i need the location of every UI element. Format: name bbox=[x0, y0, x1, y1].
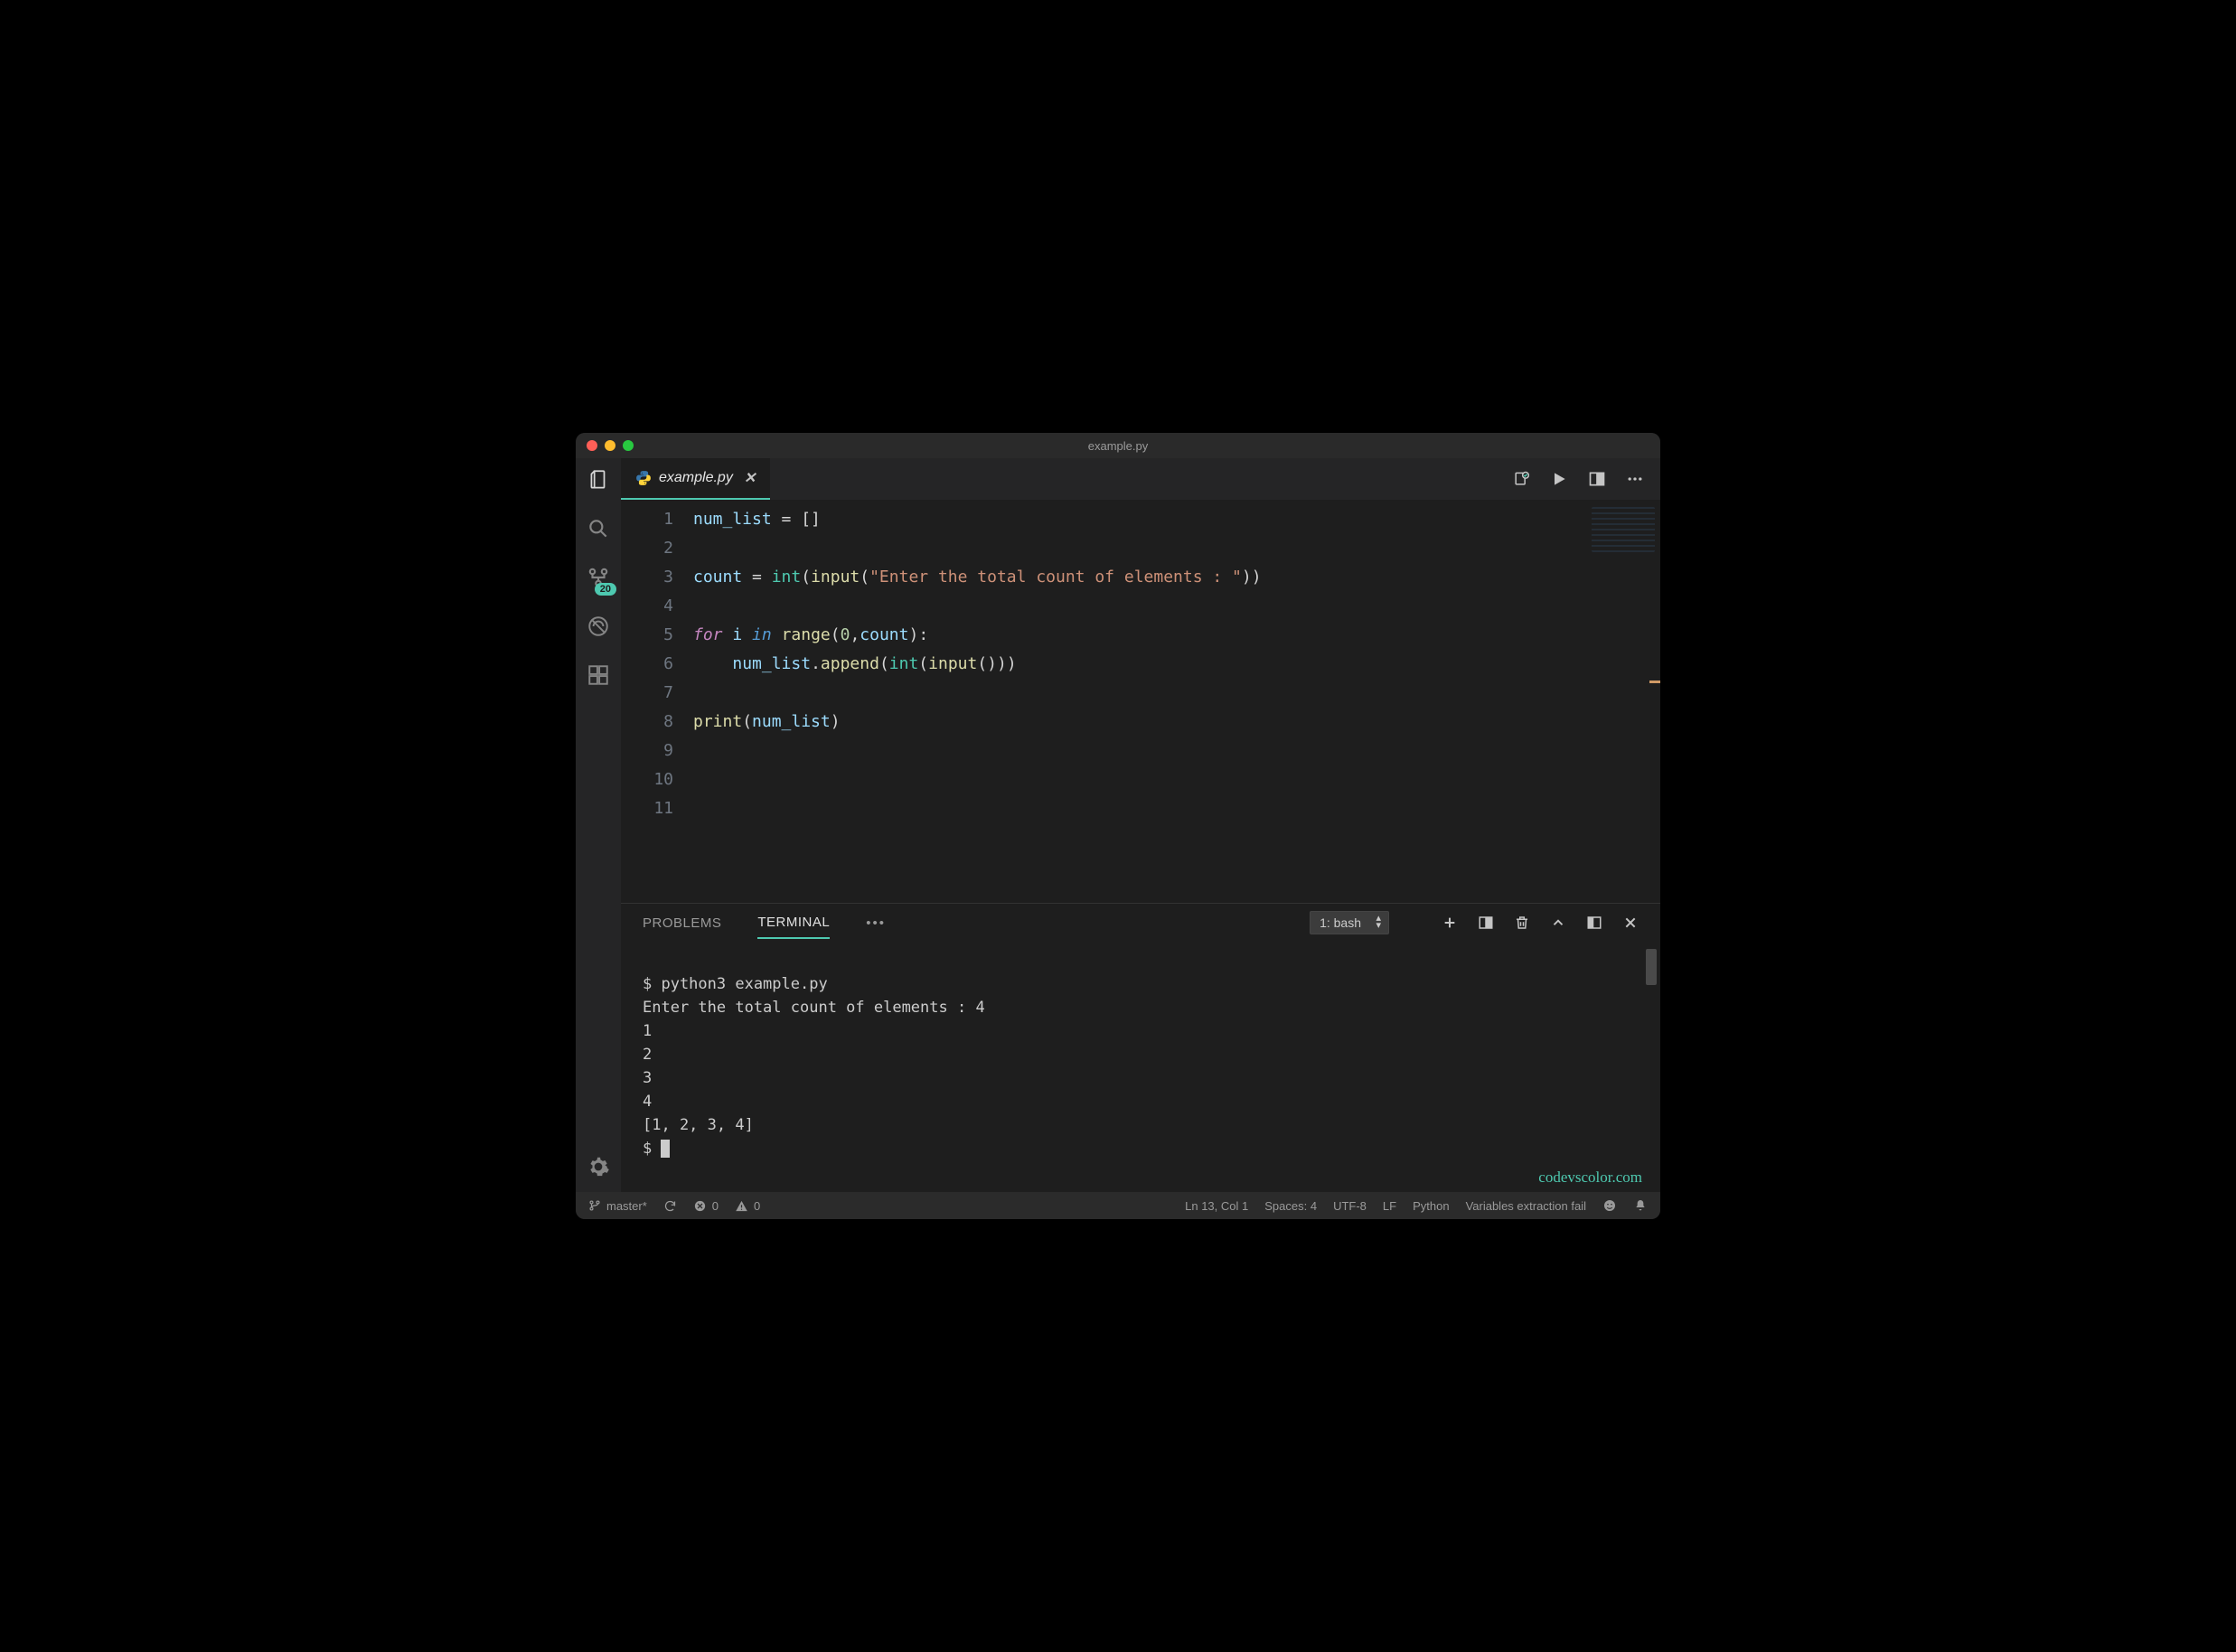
line-number: 4 bbox=[621, 592, 673, 621]
new-terminal-icon[interactable] bbox=[1442, 915, 1458, 931]
status-indentation[interactable]: Spaces: 4 bbox=[1264, 1199, 1317, 1213]
activity-bar: 20 bbox=[576, 458, 621, 1192]
status-errors[interactable]: 0 bbox=[693, 1199, 719, 1213]
maximize-panel-icon[interactable] bbox=[1586, 915, 1602, 931]
tab-terminal[interactable]: TERMINAL bbox=[757, 907, 830, 939]
editor-area: 1 2 3 4 5 6 7 8 9 10 11 num_list = [] co… bbox=[621, 500, 1660, 903]
terminal-line: [1, 2, 3, 4] bbox=[643, 1116, 754, 1134]
panel-up-icon[interactable] bbox=[1550, 915, 1566, 931]
line-number: 6 bbox=[621, 650, 673, 679]
status-cursor-position[interactable]: Ln 13, Col 1 bbox=[1185, 1199, 1248, 1213]
status-warnings[interactable]: 0 bbox=[735, 1199, 760, 1213]
window-title: example.py bbox=[576, 439, 1660, 453]
watermark-text: codevscolor.com bbox=[1538, 1169, 1642, 1187]
bottom-panel: PROBLEMS TERMINAL ••• 1: bash ▴▾ bbox=[621, 903, 1660, 1192]
tab-more-icon[interactable]: ••• bbox=[866, 908, 886, 938]
titlebar: example.py bbox=[576, 433, 1660, 458]
split-terminal-icon[interactable] bbox=[1478, 915, 1494, 931]
code-content[interactable]: num_list = [] count = int(input("Enter t… bbox=[693, 505, 1660, 903]
line-number: 7 bbox=[621, 679, 673, 708]
terminal-line: $ python3 example.py bbox=[643, 975, 828, 993]
editor-group: example.py ✕ bbox=[621, 458, 1660, 1192]
dropdown-arrows-icon: ▴▾ bbox=[1376, 915, 1381, 929]
status-bar: master* 0 0 Ln 13, Col 1 Spaces: 4 UTF-8… bbox=[576, 1192, 1660, 1219]
status-feedback-icon[interactable] bbox=[1602, 1198, 1617, 1213]
status-eol[interactable]: LF bbox=[1383, 1199, 1396, 1213]
terminal-line: Enter the total count of elements : 4 bbox=[643, 999, 985, 1017]
warning-icon bbox=[735, 1199, 748, 1213]
line-number-gutter: 1 2 3 4 5 6 7 8 9 10 11 bbox=[621, 505, 693, 903]
panel-tab-bar: PROBLEMS TERMINAL ••• 1: bash ▴▾ bbox=[621, 904, 1660, 942]
tab-problems[interactable]: PROBLEMS bbox=[643, 908, 721, 938]
terminal-line: 3 bbox=[643, 1069, 652, 1087]
terminal-prompt: $ bbox=[643, 1140, 661, 1158]
terminal-selector[interactable]: 1: bash ▴▾ bbox=[1310, 911, 1389, 934]
close-panel-icon[interactable] bbox=[1622, 915, 1639, 931]
line-number: 8 bbox=[621, 708, 673, 737]
window-controls bbox=[587, 440, 634, 451]
status-branch[interactable]: master* bbox=[588, 1199, 647, 1213]
terminal-output[interactable]: $ python3 example.py Enter the total cou… bbox=[621, 942, 1660, 1192]
overview-mark bbox=[1649, 681, 1660, 683]
source-control-icon[interactable]: 20 bbox=[586, 565, 611, 590]
line-number: 5 bbox=[621, 621, 673, 650]
split-editor-icon[interactable] bbox=[1588, 470, 1606, 488]
line-number: 10 bbox=[621, 765, 673, 794]
minimize-window-button[interactable] bbox=[605, 440, 615, 451]
error-icon bbox=[693, 1199, 707, 1213]
window-body: 20 example.py ✕ bbox=[576, 458, 1660, 1192]
tab-filename: example.py bbox=[659, 470, 733, 486]
close-window-button[interactable] bbox=[587, 440, 597, 451]
status-sync-icon[interactable] bbox=[663, 1199, 677, 1213]
scm-badge: 20 bbox=[595, 583, 616, 596]
extensions-icon[interactable] bbox=[586, 662, 611, 688]
terminal-scrollbar[interactable] bbox=[1646, 949, 1657, 985]
panel-actions bbox=[1442, 915, 1639, 931]
status-bell-icon[interactable] bbox=[1633, 1198, 1648, 1213]
tab-example-py[interactable]: example.py ✕ bbox=[621, 458, 770, 500]
status-extra[interactable]: Variables extraction fail bbox=[1466, 1199, 1586, 1213]
minimap[interactable] bbox=[1592, 507, 1655, 552]
terminal-line: 4 bbox=[643, 1093, 652, 1111]
more-actions-icon[interactable] bbox=[1626, 470, 1644, 488]
code-editor[interactable]: 1 2 3 4 5 6 7 8 9 10 11 num_list = [] co… bbox=[621, 500, 1660, 903]
git-branch-icon bbox=[588, 1199, 601, 1212]
search-icon[interactable] bbox=[586, 516, 611, 541]
status-language[interactable]: Python bbox=[1413, 1199, 1449, 1213]
close-tab-icon[interactable]: ✕ bbox=[744, 469, 756, 487]
line-number: 9 bbox=[621, 737, 673, 765]
editor-actions bbox=[1512, 458, 1660, 500]
status-encoding[interactable]: UTF-8 bbox=[1333, 1199, 1367, 1213]
vscode-window: example.py 20 bbox=[576, 433, 1660, 1219]
terminal-line: 1 bbox=[643, 1022, 652, 1040]
line-number: 3 bbox=[621, 563, 673, 592]
line-number: 1 bbox=[621, 505, 673, 534]
kill-terminal-icon[interactable] bbox=[1514, 915, 1530, 931]
terminal-cursor bbox=[661, 1140, 670, 1158]
debug-icon[interactable] bbox=[586, 614, 611, 639]
overview-ruler bbox=[1655, 500, 1660, 903]
compare-changes-icon[interactable] bbox=[1512, 470, 1530, 488]
line-number: 11 bbox=[621, 794, 673, 823]
explorer-icon[interactable] bbox=[586, 467, 611, 493]
line-number: 2 bbox=[621, 534, 673, 563]
maximize-window-button[interactable] bbox=[623, 440, 634, 451]
terminal-line: 2 bbox=[643, 1046, 652, 1064]
run-file-icon[interactable] bbox=[1550, 470, 1568, 488]
tab-bar: example.py ✕ bbox=[621, 458, 1660, 500]
settings-gear-icon[interactable] bbox=[586, 1154, 611, 1179]
python-file-icon bbox=[635, 470, 652, 486]
